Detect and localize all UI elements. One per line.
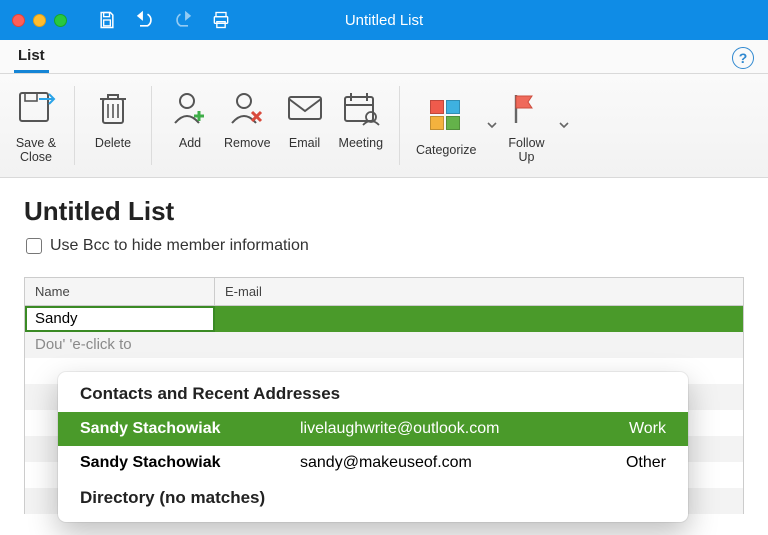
name-input[interactable]: Sandy — [25, 306, 215, 332]
save-close-button[interactable]: Save & Close — [8, 82, 64, 169]
help-icon[interactable]: ? — [732, 47, 754, 69]
delete-button[interactable]: Delete — [85, 82, 141, 169]
list-title: Untitled List — [24, 196, 744, 227]
suggestions-popover: Contacts and Recent Addresses Sandy Stac… — [58, 372, 688, 522]
email-button[interactable]: Email — [277, 82, 333, 169]
suggestion-label: Work — [596, 420, 666, 438]
directory-header: Directory (no matches) — [58, 480, 688, 512]
suggestion-email: livelaughwrite@outlook.com — [300, 420, 596, 438]
table-header: Name E-mail — [25, 278, 743, 306]
suggestion-row[interactable]: Sandy Stachowiak sandy@makeuseof.com Oth… — [58, 446, 688, 480]
bcc-row: Use Bcc to hide member information — [26, 237, 744, 255]
add-button[interactable]: Add — [162, 82, 218, 169]
chevron-down-icon[interactable] — [558, 119, 570, 131]
follow-up-group[interactable]: Follow Up — [498, 82, 570, 169]
follow-up-button[interactable]: Follow Up — [498, 82, 554, 169]
suggestions-header: Contacts and Recent Addresses — [58, 384, 688, 412]
suggestion-name: Sandy Stachowiak — [80, 420, 300, 438]
categorize-group[interactable]: Categorize — [410, 82, 498, 169]
chevron-down-icon[interactable] — [486, 119, 498, 131]
suggestion-name: Sandy Stachowiak — [80, 454, 300, 472]
bcc-checkbox[interactable] — [26, 238, 42, 254]
table-row-editing[interactable]: Sandy — [25, 306, 743, 332]
col-email[interactable]: E-mail — [215, 278, 743, 305]
window-title: Untitled List — [0, 12, 768, 29]
col-name[interactable]: Name — [25, 278, 215, 305]
email-cell[interactable] — [215, 306, 743, 332]
categorize-button[interactable]: Categorize — [410, 89, 482, 161]
table-row-placeholder[interactable]: Dou' 'e-click to — [25, 332, 743, 358]
flag-icon — [508, 89, 544, 127]
suggestion-row[interactable]: Sandy Stachowiak livelaughwrite@outlook.… — [58, 412, 688, 446]
titlebar: Untitled List — [0, 0, 768, 40]
remove-button[interactable]: Remove — [218, 82, 277, 169]
tab-row: List ? — [0, 40, 768, 74]
suggestion-label: Other — [596, 454, 666, 472]
tab-list[interactable]: List — [14, 41, 49, 73]
meeting-button[interactable]: Meeting — [333, 82, 389, 169]
suggestion-email: sandy@makeuseof.com — [300, 454, 596, 472]
bcc-label: Use Bcc to hide member information — [50, 237, 309, 255]
categorize-icon — [429, 99, 463, 131]
ribbon: Save & Close Delete Add — [0, 74, 768, 178]
